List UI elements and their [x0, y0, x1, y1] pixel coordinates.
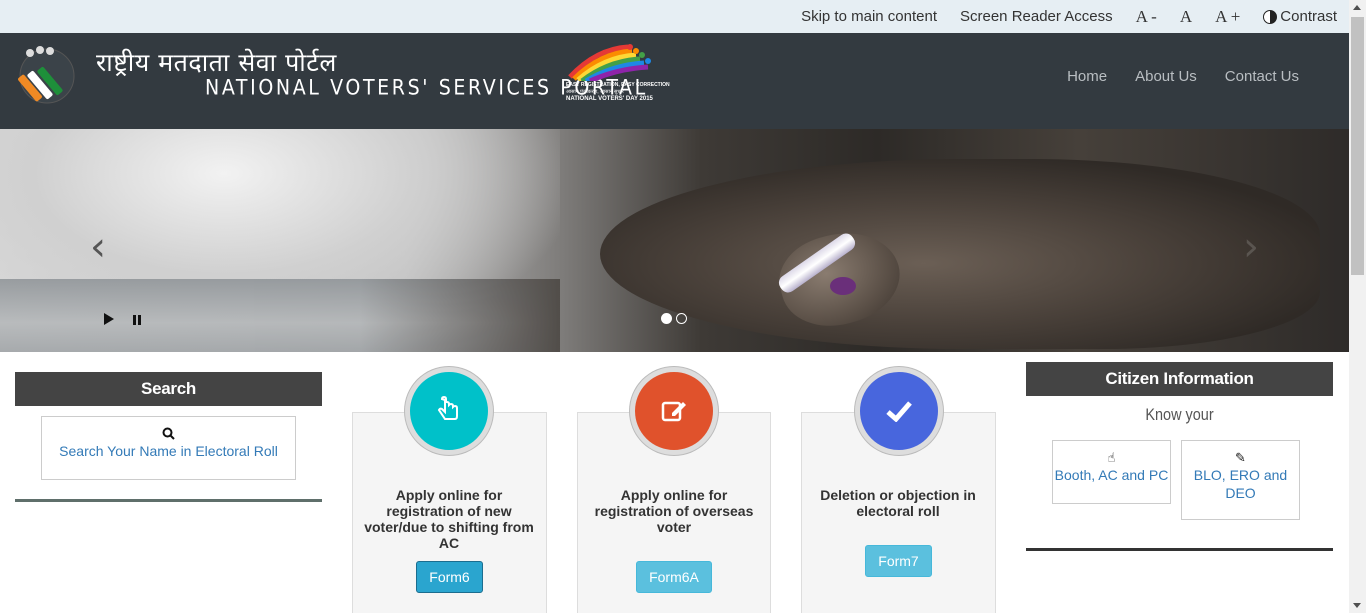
- pause-icon[interactable]: [133, 315, 141, 325]
- booth-ac-pc-link[interactable]: ☝ Booth, AC and PC: [1052, 440, 1171, 504]
- accessibility-bar: Skip to main content Screen Reader Acces…: [0, 0, 1349, 33]
- check-icon: [855, 367, 943, 455]
- search-panel: Search Search Your Name in Electoral Rol…: [15, 372, 322, 502]
- form6-button[interactable]: Form6: [416, 561, 483, 593]
- page-scrollbar[interactable]: [1349, 0, 1366, 613]
- carousel-hand-image: [600, 159, 1320, 349]
- nav-home[interactable]: Home: [1067, 68, 1107, 85]
- screen-reader-access-link[interactable]: Screen Reader Access: [960, 8, 1113, 25]
- scroll-up-icon[interactable]: [1353, 5, 1361, 10]
- nav-about-us[interactable]: About Us: [1135, 68, 1197, 85]
- form7-description: Deletion or objection in electoral roll: [820, 487, 976, 519]
- nvd-tagline-english: EASY REGISTRATION, EASY CORRECTION: [566, 82, 670, 88]
- carousel-prev-icon[interactable]: ‹: [90, 224, 106, 270]
- form6a-button[interactable]: Form6A: [636, 561, 712, 593]
- search-panel-divider: [15, 499, 322, 502]
- carousel-indicator-2[interactable]: [676, 313, 687, 324]
- nvd-tagline-hindi: आसान पंजीकरण, आसान सुधार: [566, 89, 624, 95]
- citizen-information-panel: Citizen Information Know your ☝ Booth, A…: [1026, 362, 1333, 551]
- rainbow-figures-icon: [568, 44, 651, 84]
- search-icon: [42, 427, 295, 443]
- carousel-next-icon[interactable]: ›: [1243, 224, 1259, 270]
- edit-icon: [630, 367, 718, 455]
- search-electoral-roll-label: Search Your Name in Electoral Roll: [59, 443, 278, 459]
- form6-description: Apply online for registration of new vot…: [364, 487, 534, 551]
- main-nav: Home About Us Contact Us: [1067, 68, 1299, 85]
- skip-to-main-link[interactable]: Skip to main content: [801, 8, 937, 25]
- carousel-indicator-1[interactable]: [661, 313, 672, 324]
- search-electoral-roll-link[interactable]: Search Your Name in Electoral Roll: [41, 416, 296, 480]
- citizen-panel-divider: [1026, 548, 1333, 551]
- national-voters-day-logo: EASY REGISTRATION, EASY CORRECTION आसान …: [566, 43, 670, 107]
- portal-title-hindi: राष्ट्रीय मतदाता सेवा पोर्टल: [96, 48, 337, 77]
- carousel-sea: [0, 279, 560, 352]
- citizen-information-title: Citizen Information: [1026, 362, 1333, 396]
- form6a-description: Apply online for registration of oversea…: [594, 487, 754, 535]
- play-icon[interactable]: [104, 313, 114, 325]
- carousel-ink-mark: [830, 277, 856, 295]
- edit-small-icon: ✎: [1235, 451, 1246, 466]
- search-panel-title: Search: [15, 372, 322, 406]
- know-your-heading: Know your: [1145, 405, 1214, 424]
- hand-pointer-icon: [405, 367, 493, 455]
- scrollbar-thumb[interactable]: [1351, 17, 1364, 275]
- site-header: राष्ट्रीय मतदाता सेवा पोर्टल NATIONAL VO…: [0, 33, 1349, 129]
- contrast-icon: [1263, 9, 1278, 24]
- nav-contact-us[interactable]: Contact Us: [1225, 68, 1299, 85]
- form7-button[interactable]: Form7: [865, 545, 932, 577]
- eci-logo-icon[interactable]: [18, 43, 76, 105]
- font-decrease-button[interactable]: A -: [1136, 7, 1157, 27]
- font-normal-button[interactable]: A: [1180, 7, 1192, 27]
- hand-pointer-small-icon: ☝: [1107, 451, 1116, 466]
- contrast-toggle[interactable]: Contrast: [1263, 8, 1337, 25]
- blo-ero-deo-link[interactable]: ✎ BLO, ERO and DEO: [1181, 440, 1300, 520]
- scroll-down-icon[interactable]: [1353, 603, 1361, 608]
- blo-ero-deo-label: BLO, ERO and DEO: [1193, 467, 1288, 501]
- font-increase-button[interactable]: A +: [1215, 7, 1240, 27]
- nvd-title: NATIONAL VOTERS' DAY 2015: [566, 96, 653, 102]
- contrast-label: Contrast: [1280, 8, 1337, 25]
- booth-ac-pc-label: Booth, AC and PC: [1054, 467, 1169, 483]
- image-carousel: ‹ ›: [0, 129, 1349, 352]
